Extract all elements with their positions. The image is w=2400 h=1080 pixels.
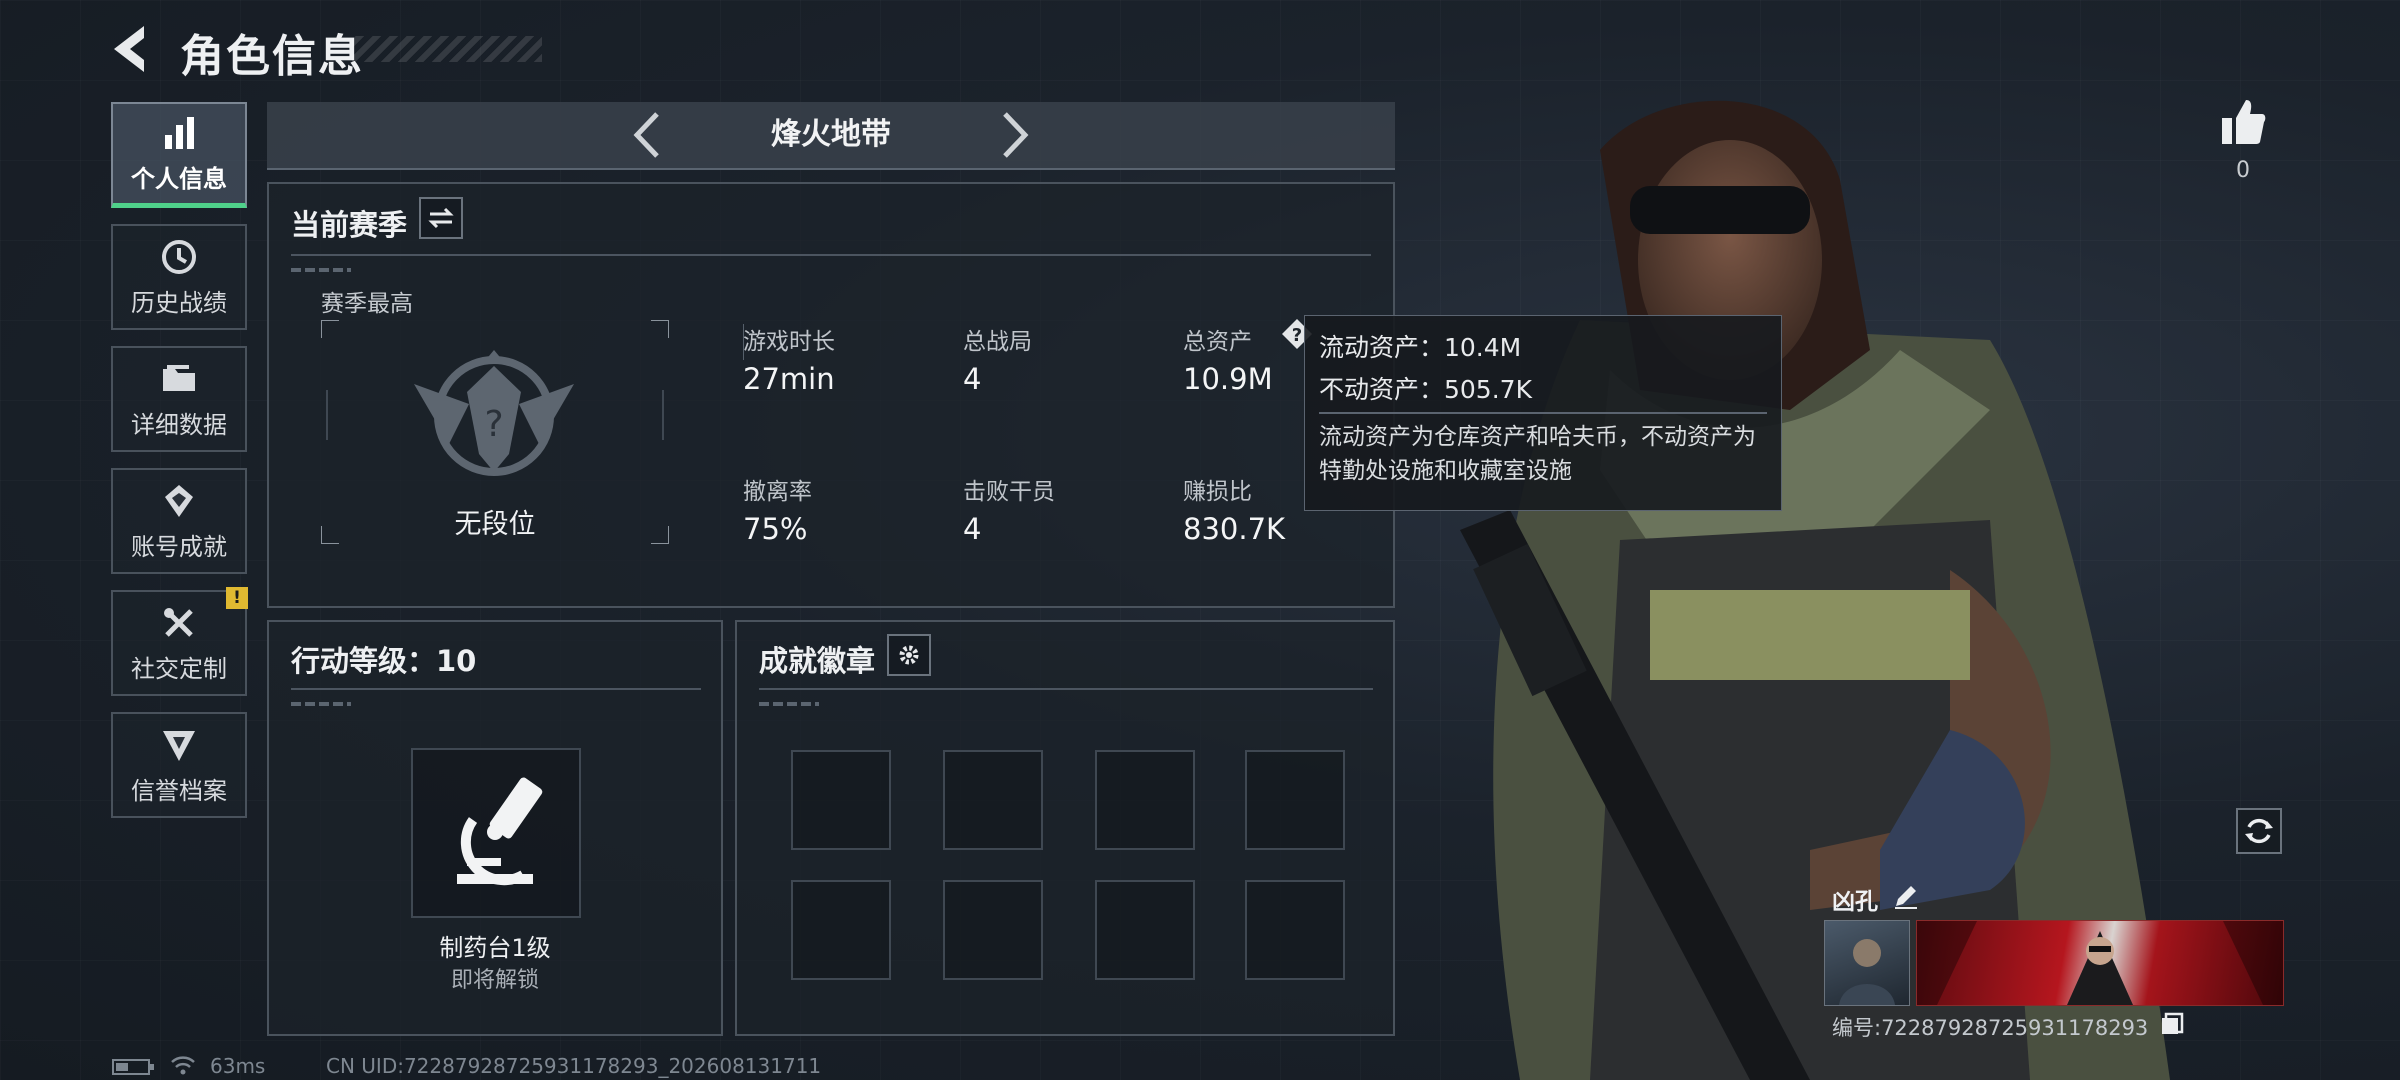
name-card-banner[interactable] [1916,920,2284,1006]
assets-tooltip: 流动资产：10.4M 不动资产：505.7K 流动资产为仓库资产和哈夫币，不动资… [1304,315,1782,511]
nav-achievements[interactable]: 账号成就 [111,468,247,574]
badge-slot[interactable] [1095,750,1195,850]
copy-id-button[interactable] [2160,1012,2184,1036]
season-panel: 当前赛季 赛季最高 ? 无段位 游戏时长 27min 总战局 4 总资产 ? 1… [267,182,1395,608]
action-level-title: 行动等级：10 [291,644,477,678]
mode-title: 烽火地带 [771,117,891,152]
achievement-panel: 成就徽章 [735,620,1395,1036]
divider [291,254,1371,256]
badge-slot[interactable] [791,750,891,850]
nav-label: 账号成就 [131,532,227,561]
stat-label-total-assets: 总资产 [1183,329,1252,355]
pencil-icon [1895,886,1917,909]
nav-label: 社交定制 [131,654,227,683]
history-clock-icon [162,239,196,274]
decoration-tick [759,702,819,706]
season-title: 当前赛季 [291,208,408,242]
microscope-icon [457,777,543,886]
badge-slot[interactable] [1245,880,1345,980]
badge-slot[interactable] [791,880,891,980]
avatar-portrait [1839,939,1895,1005]
season-best-label: 赛季最高 [321,291,413,317]
mode-selector: 烽火地带 [267,102,1395,170]
player-id: 编号:72287928725931178293 [1832,1016,2149,1040]
page-title: 角色信息 [180,31,364,82]
stat-label-profit-ratio: 赚损比 [1183,479,1252,505]
bar-chart-icon [165,117,194,149]
battery-icon [112,1059,154,1075]
thumbs-up-icon [2222,100,2266,144]
achievement-icon [165,484,193,517]
tools-icon [164,607,193,637]
title-decoration [352,36,542,62]
divider [291,688,701,690]
edit-name-button[interactable] [1892,882,1920,910]
player-name: 凶孔 [1832,889,1878,915]
action-level-panel: 行动等级：10 制药台1级 即将解锁 [267,620,723,1036]
stat-value-total-assets: 10.9M [1183,362,1273,396]
divider [1319,412,1767,414]
gear-icon [899,645,919,665]
decoration-tick [291,702,351,706]
badge-slot[interactable] [1095,880,1195,980]
swap-icon [428,207,454,229]
stat-value-extraction-rate: 75% [743,512,808,546]
refresh-icon [2245,818,2273,844]
stat-value-kills: 4 [963,512,982,546]
nav-label: 详细数据 [131,410,227,439]
season-switch-button[interactable] [419,197,463,239]
unlock-item-status: 即将解锁 [450,968,539,993]
like-button[interactable] [2220,96,2266,148]
stat-label-kills: 击败干员 [963,479,1055,505]
stat-value-total-matches: 4 [963,362,982,396]
nav-label: 信誉档案 [131,776,227,805]
uid-text: CN UID:72287928725931178293_202608131711 [326,1054,822,1078]
stat-label-extraction-rate: 撤离率 [743,479,812,505]
warning-badge: ! [226,587,248,609]
refresh-button[interactable] [2236,808,2282,854]
nav-credit-file[interactable]: 信誉档案 [111,712,247,818]
credit-shield-icon [163,730,195,761]
banner-art [1917,921,2283,1005]
stat-label-playtime: 游戏时长 [743,329,835,355]
tooltip-description: 流动资产为仓库资产和哈夫币，不动资产为特勤处设施和收藏室设施 [1319,424,1756,484]
copy-icon [2162,1012,2184,1034]
decoration-tick [291,268,351,272]
tooltip-fixed-assets: 不动资产：505.7K [1319,375,1532,404]
nav-detailed-data[interactable]: 详细数据 [111,346,247,452]
back-button[interactable] [108,22,154,76]
nav-label: 个人信息 [131,165,227,193]
svg-text:?: ? [484,404,503,445]
ping-value: 63ms [210,1054,266,1078]
nav-personal-info[interactable]: 个人信息 [111,102,247,208]
stat-label-total-matches: 总战局 [963,329,1032,355]
nav-history[interactable]: 历史战绩 [111,224,247,330]
mode-next-button[interactable] [995,110,1035,160]
stat-value-profit-ratio: 830.7K [1183,512,1286,546]
rank-name: 无段位 [454,509,536,540]
badge-slot[interactable] [1245,750,1345,850]
badge-slot[interactable] [943,880,1043,980]
achievement-settings-button[interactable] [887,634,931,676]
badge-slot[interactable] [943,750,1043,850]
chevron-right-icon [1003,112,1029,158]
divider [759,688,1373,690]
tooltip-liquid-assets: 流动资产：10.4M [1319,333,1522,362]
folder-icon [163,364,195,391]
svg-text:?: ? [1292,325,1302,346]
rank-emblem-icon: ? [414,350,574,476]
like-count: 0 [2236,158,2250,183]
stat-value-playtime: 27min [743,362,835,396]
nav-label: 历史战绩 [131,288,227,317]
achievement-title: 成就徽章 [759,644,876,678]
unlock-item-slot[interactable] [411,748,581,918]
unlock-item-name: 制药台1级 [439,934,551,962]
back-arrow-icon [114,26,144,72]
wifi-icon [171,1056,195,1075]
avatar[interactable] [1824,920,1910,1006]
